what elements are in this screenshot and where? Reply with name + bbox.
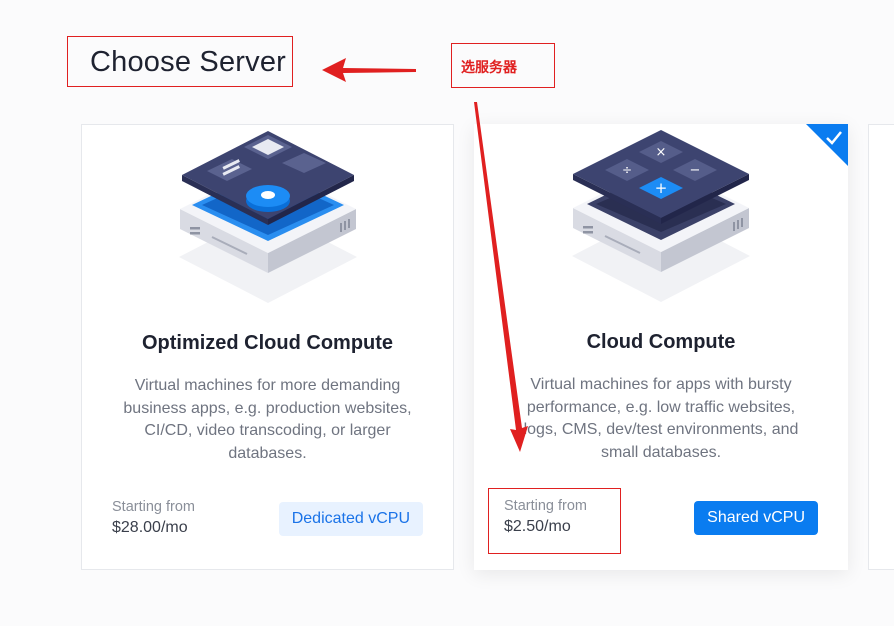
svg-text:+: +: [655, 179, 668, 197]
card-description: Virtual machines for apps with bursty pe…: [523, 376, 799, 461]
server-card-next[interactable]: [868, 124, 894, 570]
chip-server-icon: [179, 131, 357, 303]
server-card-optimized[interactable]: Optimized Cloud Compute Virtual machines…: [81, 124, 454, 570]
card-description: Virtual machines for more demanding busi…: [123, 377, 412, 462]
vcpu-type-badge: Dedicated vCPU: [278, 502, 423, 536]
annotation-label: 选服务器: [461, 59, 517, 75]
page-title: Choose Server: [90, 46, 287, 78]
card-title: Optimized Cloud Compute: [141, 332, 394, 354]
svg-text:×: ×: [656, 145, 667, 160]
svg-text:−: −: [690, 163, 701, 178]
starting-from-label: Starting from: [112, 499, 195, 515]
calculator-server-icon: × ÷ − +: [572, 130, 750, 302]
arrow-left-icon: [322, 58, 416, 82]
svg-text:÷: ÷: [622, 163, 632, 177]
card-title: Cloud Compute: [586, 331, 736, 353]
selected-check-icon: [806, 124, 848, 166]
price-value: $28.00/mo: [112, 519, 188, 536]
vcpu-type-badge: Shared vCPU: [694, 501, 818, 535]
price-annotation-box: [488, 488, 621, 554]
